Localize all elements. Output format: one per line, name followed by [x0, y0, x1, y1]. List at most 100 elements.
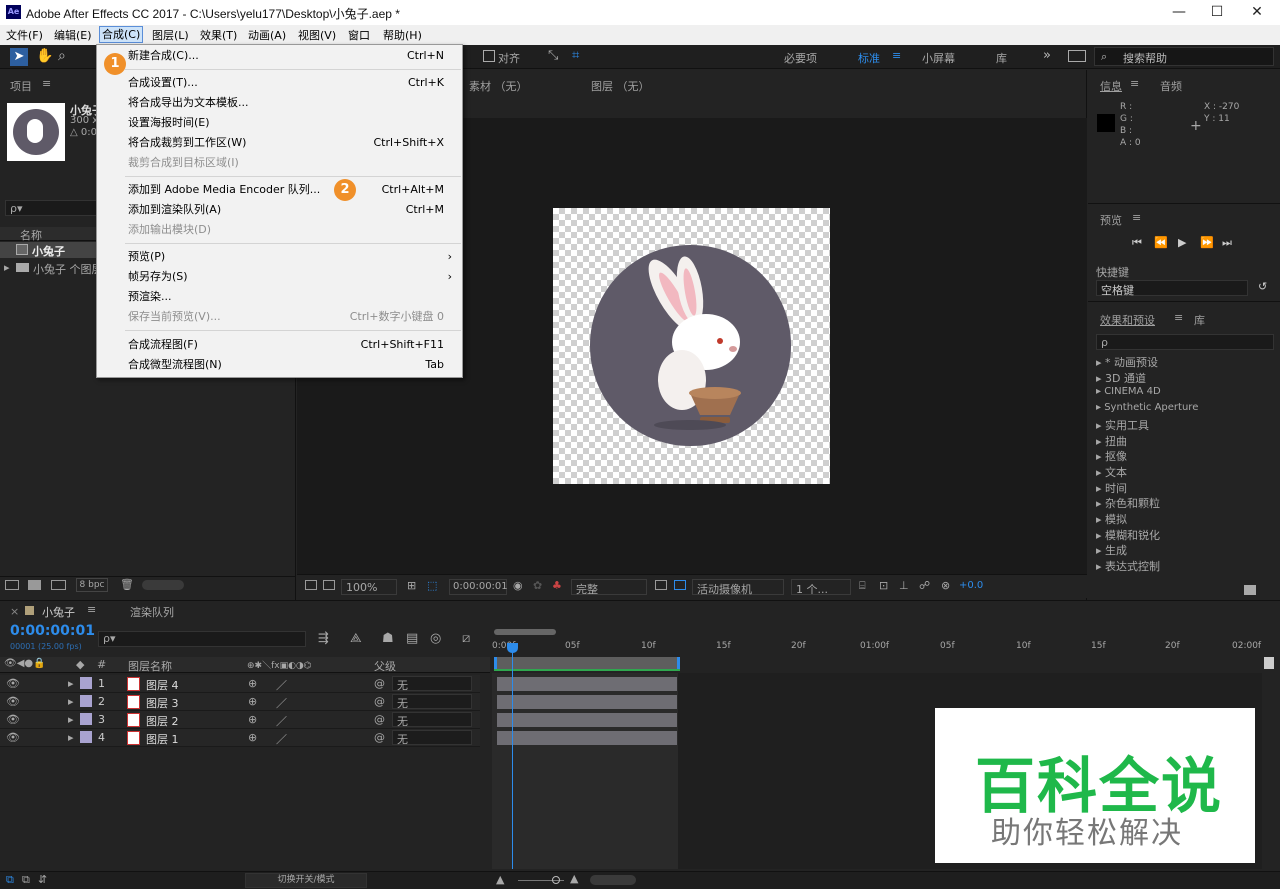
- effect-item[interactable]: ▸ 表达式控制: [1096, 558, 1266, 573]
- info-tab[interactable]: 信息: [1100, 78, 1122, 94]
- effect-item[interactable]: ▸ 扭曲: [1096, 433, 1266, 448]
- parent-select[interactable]: 无: [392, 676, 472, 692]
- preview-menu-icon[interactable]: ≡: [1132, 211, 1141, 224]
- effect-item[interactable]: ▸ 抠像: [1096, 448, 1266, 463]
- menu-help[interactable]: 帮助(H): [381, 27, 424, 44]
- interpret-footage-icon[interactable]: [5, 580, 19, 590]
- align-checkbox[interactable]: [483, 50, 495, 62]
- flowchart-icon[interactable]: ☍: [919, 579, 930, 592]
- workspace-small-screen[interactable]: 小屏幕: [922, 50, 955, 66]
- time-ruler[interactable]: 0:00f 05f 10f 15f 20f 01:00f 05f 10f 15f…: [492, 627, 1262, 671]
- snap-icon[interactable]: ⤡: [548, 48, 558, 63]
- timeline-tab[interactable]: 小兔子: [42, 604, 75, 620]
- comp-mini-flowchart-icon[interactable]: ⇶: [318, 631, 329, 646]
- visibility-eye-icon[interactable]: 👁: [6, 695, 20, 708]
- graph-editor-icon[interactable]: ⧄: [462, 631, 470, 646]
- shortcut-select[interactable]: 空格键: [1096, 280, 1248, 297]
- motion-blur-icon[interactable]: ◎: [430, 631, 441, 646]
- overflow-icon[interactable]: »: [1043, 48, 1051, 63]
- info-menu-icon[interactable]: ≡: [1130, 77, 1139, 90]
- in-out-icon[interactable]: ⇵: [38, 873, 47, 886]
- always-preview-icon[interactable]: [305, 580, 317, 590]
- effect-item[interactable]: ▸ 模糊和锐化: [1096, 527, 1266, 542]
- zoom-in-icon[interactable]: ▲: [570, 872, 578, 885]
- expand-arrow-icon[interactable]: ▸: [68, 713, 74, 726]
- effect-item[interactable]: ▸ CINEMA 4D: [1096, 386, 1266, 401]
- exposure-value[interactable]: +0.0: [959, 580, 983, 591]
- workspace-essentials[interactable]: 必要项: [784, 50, 817, 66]
- toggle-switches-modes[interactable]: 切换开关/模式: [245, 873, 367, 888]
- effects-search-input[interactable]: ρ: [1096, 334, 1274, 350]
- resolution-select[interactable]: 完整: [571, 579, 647, 596]
- effect-item[interactable]: ▸ * 动画预设: [1096, 354, 1266, 369]
- layer-row[interactable]: 👁 ▸ 3 图层 2 ⊕ ／ @ 无: [0, 711, 480, 729]
- menu-effect[interactable]: 效果(T): [198, 27, 239, 44]
- zoom-select[interactable]: 100%: [341, 579, 397, 595]
- workspace-menu-icon[interactable]: ≡: [892, 49, 901, 62]
- workspace-libraries[interactable]: 库: [996, 50, 1007, 66]
- close-button[interactable]: ✕: [1238, 0, 1276, 25]
- workspace-standard[interactable]: 标准: [858, 50, 880, 66]
- grid-icon[interactable]: ⊞: [407, 579, 416, 592]
- audio-tab[interactable]: 音频: [1160, 78, 1182, 94]
- layer-name[interactable]: 图层 4: [146, 677, 179, 693]
- label-color-icon[interactable]: [80, 713, 92, 725]
- layer-name[interactable]: 图层 1: [146, 731, 179, 747]
- timeline-nav-end[interactable]: [1264, 657, 1274, 669]
- menu-item-export-text-template[interactable]: 将合成导出为文本模板...: [97, 93, 462, 113]
- maximize-button[interactable]: ☐: [1198, 0, 1236, 25]
- libraries-tab[interactable]: 库: [1194, 312, 1205, 328]
- visibility-eye-icon[interactable]: 👁: [6, 713, 20, 726]
- effect-item[interactable]: ▸ Synthetic Aperture: [1096, 402, 1266, 417]
- visibility-eye-icon[interactable]: 👁: [6, 677, 20, 690]
- layer-name[interactable]: 图层 3: [146, 695, 179, 711]
- menu-item-add-to-ame-queue[interactable]: 添加到 Adobe Media Encoder 队列... Ctrl+Alt+M: [97, 180, 462, 200]
- first-frame-icon[interactable]: ⏮: [1132, 236, 1142, 250]
- zoom-slider-handle[interactable]: [552, 876, 560, 884]
- layer-duration-bar[interactable]: [497, 695, 677, 709]
- channel-icon[interactable]: ♣: [552, 579, 562, 592]
- playhead-handle[interactable]: [507, 643, 518, 653]
- toggle-pixel-aspect-icon[interactable]: ⌸: [859, 579, 866, 593]
- layer-row[interactable]: 👁 ▸ 1 图层 4 ⊕ ／ @ 无: [0, 675, 480, 693]
- layer-duration-bar[interactable]: [497, 731, 677, 745]
- reset-icon[interactable]: ↺: [1258, 280, 1267, 293]
- label-color-icon[interactable]: [80, 695, 92, 707]
- new-folder-icon[interactable]: [28, 580, 41, 590]
- snapshot-icon[interactable]: ◉: [513, 579, 523, 592]
- prev-frame-icon[interactable]: ⏪: [1154, 236, 1168, 249]
- pick-whip-icon[interactable]: @: [374, 731, 385, 744]
- col-name[interactable]: 名称: [20, 227, 42, 243]
- menu-item-add-to-render-queue[interactable]: 添加到渲染队列(A) Ctrl+M: [97, 200, 462, 220]
- menu-item-preview[interactable]: 预览(P) ›: [97, 247, 462, 267]
- effect-item[interactable]: ▸ 杂色和颗粒: [1096, 495, 1266, 510]
- zoom-out-icon[interactable]: ▲: [496, 873, 504, 886]
- current-time-field[interactable]: 0:00:00:01: [449, 579, 508, 595]
- menu-file[interactable]: 文件(F): [4, 27, 45, 44]
- timeline-scrollbar[interactable]: [590, 875, 636, 885]
- new-comp-icon[interactable]: [51, 580, 66, 590]
- parent-select[interactable]: 无: [392, 712, 472, 728]
- project-search-input[interactable]: ρ▾: [5, 200, 97, 216]
- parent-select[interactable]: 无: [392, 730, 472, 746]
- close-tab-icon[interactable]: ×: [10, 605, 19, 618]
- show-snapshot-icon[interactable]: ✿: [533, 579, 542, 592]
- quality-switch-icon[interactable]: ／: [276, 677, 287, 693]
- pick-whip-icon[interactable]: @: [374, 713, 385, 726]
- bpc-button[interactable]: 8 bpc: [76, 578, 108, 592]
- effect-item[interactable]: ▸ 实用工具: [1096, 417, 1266, 432]
- menu-edit[interactable]: 编辑(E): [52, 27, 94, 44]
- quality-switch-icon[interactable]: ／: [276, 713, 287, 729]
- visibility-eye-icon[interactable]: 👁: [6, 731, 20, 744]
- effect-item[interactable]: ▸ 3D 通道: [1096, 370, 1266, 385]
- label-color-icon[interactable]: [80, 677, 92, 689]
- preview-tab[interactable]: 预览: [1100, 212, 1122, 228]
- grid-snap-icon[interactable]: ⌗: [572, 48, 579, 63]
- menu-item-composition-flowchart[interactable]: 合成流程图(F) Ctrl+Shift+F11: [97, 335, 462, 355]
- layer-name[interactable]: 图层 2: [146, 713, 179, 729]
- next-frame-icon[interactable]: ⏩: [1200, 236, 1214, 249]
- draft-3d-icon[interactable]: ⟁: [350, 631, 362, 646]
- layer-row[interactable]: 👁 ▸ 2 图层 3 ⊕ ／ @ 无: [0, 693, 480, 711]
- trash-icon[interactable]: 🗑: [120, 578, 134, 591]
- layer-tab[interactable]: 图层 （无）: [591, 78, 650, 94]
